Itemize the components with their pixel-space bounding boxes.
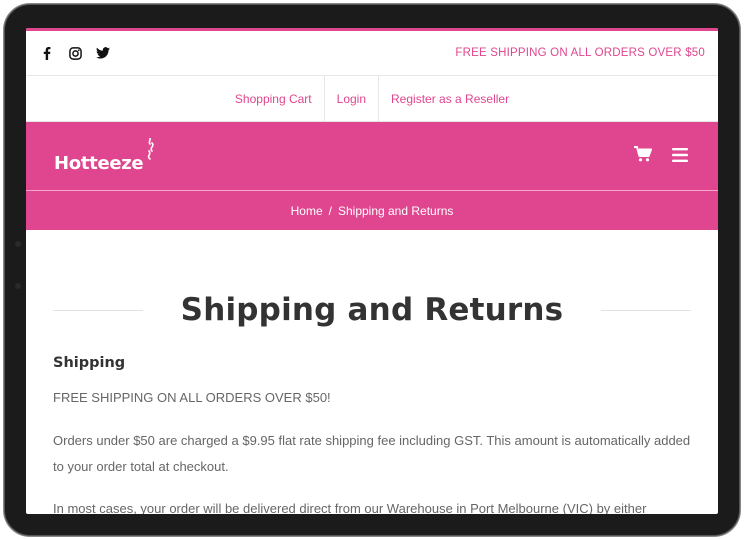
- section-heading: Shipping: [53, 355, 126, 371]
- twitter-icon[interactable]: [96, 46, 110, 60]
- login-link[interactable]: Login: [323, 76, 378, 121]
- register-reseller-link[interactable]: Register as a Reseller: [378, 76, 521, 121]
- hotteeze-logo[interactable]: Hotteeze: [54, 137, 156, 174]
- paragraph: Orders under $50 are charged a $9.95 fla…: [53, 433, 691, 474]
- paragraph: FREE SHIPPING ON ALL ORDERS OVER $50!: [53, 390, 331, 405]
- facebook-icon[interactable]: [40, 46, 54, 60]
- title-divider-left: [53, 309, 143, 311]
- site-header: Hotteeze: [26, 122, 718, 190]
- secondary-nav: Shopping Cart Login Register as a Resell…: [26, 76, 718, 122]
- steam-icon: [144, 137, 156, 165]
- breadcrumb-current: Shipping and Returns: [337, 203, 454, 218]
- side-button: [15, 241, 21, 247]
- header-actions: [634, 146, 688, 166]
- instagram-icon[interactable]: [68, 46, 82, 60]
- menu-icon[interactable]: [672, 147, 688, 166]
- breadcrumb-separator: /: [328, 203, 332, 218]
- page-title: Shipping and Returns: [180, 292, 564, 328]
- screen: FREE SHIPPING ON ALL ORDERS OVER $50 Sho…: [26, 28, 718, 514]
- breadcrumb-home[interactable]: Home: [291, 204, 323, 218]
- paragraph: In most cases, your order will be delive…: [53, 501, 647, 514]
- social-links: [40, 46, 110, 60]
- cart-icon[interactable]: [634, 146, 652, 166]
- title-divider-right: [601, 309, 691, 311]
- page-title-row: Shipping and Returns: [53, 292, 691, 328]
- free-shipping-promo: FREE SHIPPING ON ALL ORDERS OVER $50: [455, 47, 705, 59]
- shopping-cart-link[interactable]: Shopping Cart: [223, 76, 324, 121]
- main-content: Shipping and Returns Shipping FREE SHIPP…: [26, 292, 718, 514]
- side-button: [15, 283, 21, 289]
- logo-text: Hotteeze: [54, 153, 144, 174]
- breadcrumb: Home / Shipping and Returns: [26, 190, 718, 230]
- top-bar: FREE SHIPPING ON ALL ORDERS OVER $50: [26, 31, 718, 76]
